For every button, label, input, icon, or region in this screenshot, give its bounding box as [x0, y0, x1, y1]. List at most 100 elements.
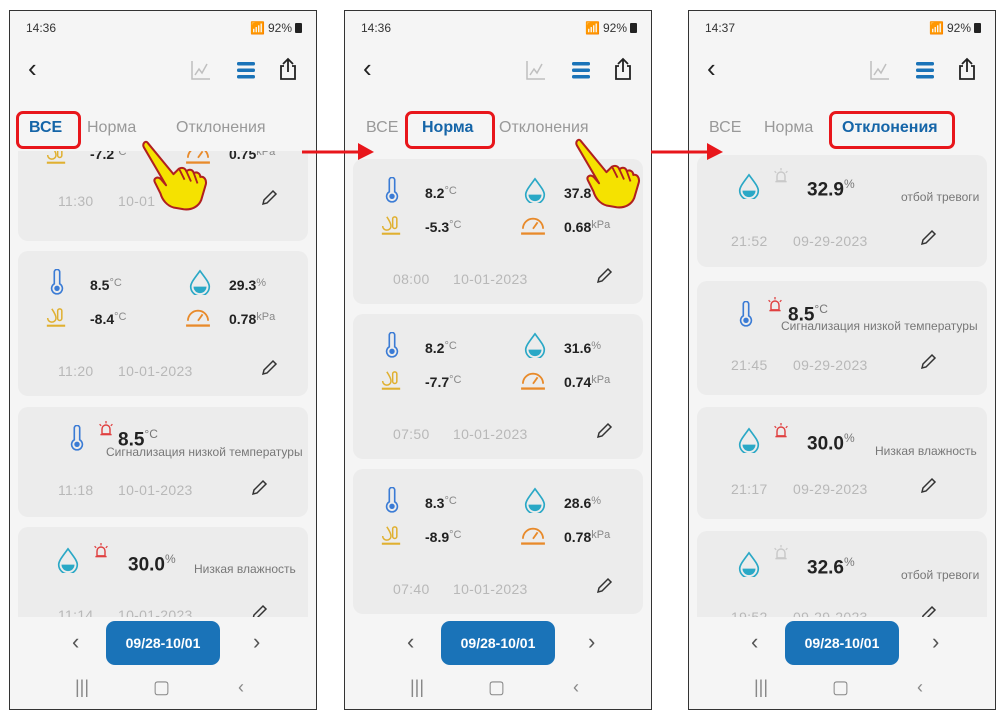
edit-icon[interactable] [919, 229, 937, 247]
tab-all[interactable]: ВСЕ [709, 119, 741, 137]
edit-icon[interactable] [595, 577, 613, 595]
system-back-icon[interactable]: ‹ [573, 677, 579, 698]
recent-apps-icon[interactable]: ||| [75, 677, 89, 698]
humidity-icon [188, 269, 212, 295]
back-icon[interactable]: ‹ [707, 55, 716, 81]
share-icon[interactable] [276, 57, 300, 81]
status-time: 14:37 [705, 21, 736, 35]
pressure-value: 0.68kPa [564, 219, 611, 235]
record-time: 21:17 [731, 481, 768, 497]
signal-icon: 📶 [585, 21, 600, 35]
alarm-message: Низкая влажность [194, 562, 296, 576]
humidity-icon [523, 177, 547, 203]
back-icon[interactable]: ‹ [363, 55, 372, 81]
date-range-button[interactable]: 09/28-10/01 [785, 621, 899, 665]
alarm-value: 30.0% [807, 431, 855, 455]
tab-all[interactable]: ВСЕ [366, 119, 398, 137]
record-date: 09-29-2023 [793, 481, 868, 497]
record-time: 11:20 [58, 363, 94, 379]
next-range-icon[interactable]: › [932, 629, 939, 655]
system-back-icon[interactable]: ‹ [917, 677, 923, 698]
tab-highlight [829, 111, 955, 149]
date-range-bar: ‹ 09/28-10/01 › [10, 617, 316, 669]
dew-point-icon [381, 525, 401, 547]
record-card[interactable]: 8.5°C 29.3% -8.4°C 0.78kPa 11:20 10-01-2… [18, 251, 308, 396]
alarm-value: 32.6% [807, 555, 855, 579]
battery-percent: 92% [946, 21, 971, 35]
edit-icon[interactable] [250, 479, 268, 497]
list-icon[interactable] [235, 59, 257, 81]
edit-icon[interactable] [260, 189, 278, 207]
alarm-icon [773, 423, 789, 439]
prev-range-icon[interactable]: ‹ [751, 629, 758, 655]
records-list: 8.2°C 37.8% -5.3°C 0.68kPa 08:00 10-01-2… [345, 151, 651, 629]
prev-range-icon[interactable]: ‹ [407, 629, 414, 655]
record-card[interactable]: 8.3°C 28.6% -8.9°C 0.78kPa 07:40 10-01-2… [353, 469, 643, 614]
chart-icon[interactable] [525, 59, 547, 81]
tab-deviations[interactable]: Отклонения [499, 119, 589, 137]
date-range-button[interactable]: 09/28-10/01 [441, 621, 555, 665]
back-icon[interactable]: ‹ [28, 55, 37, 81]
tab-highlight [16, 111, 81, 149]
edit-icon[interactable] [919, 477, 937, 495]
records-list: -7.2°C 0.75kPa 11:30 10-01 8.5°C 29.3% -… [10, 151, 316, 629]
edit-icon[interactable] [595, 422, 613, 440]
share-icon[interactable] [955, 57, 979, 81]
list-icon[interactable] [914, 59, 936, 81]
next-range-icon[interactable]: › [588, 629, 595, 655]
toolbar: ‹ [10, 47, 316, 97]
signal-icon: 📶 [250, 21, 265, 35]
tab-deviations[interactable]: Отклонения [176, 119, 266, 137]
record-card-alarm[interactable]: 30.0% Низкая влажность 21:17 09-29-2023 [697, 407, 987, 519]
home-icon[interactable]: ▢ [488, 677, 505, 698]
record-card-alarm[interactable]: 8.5°C Сигнализация низкой температуры 11… [18, 407, 308, 517]
alarm-message: Низкая влажность [875, 444, 977, 458]
temperature-icon [48, 269, 66, 295]
tab-norm[interactable]: Норма [87, 119, 136, 137]
system-nav-bar: ||| ▢ ‹ [345, 671, 651, 709]
status-icons: 📶 92% [250, 21, 302, 35]
list-icon[interactable] [570, 59, 592, 81]
chart-icon[interactable] [869, 59, 891, 81]
record-time: 07:50 [393, 426, 430, 442]
toolbar: ‹ [345, 47, 651, 97]
tab-norm[interactable]: Норма [764, 119, 813, 137]
humidity-icon [56, 547, 80, 573]
prev-range-icon[interactable]: ‹ [72, 629, 79, 655]
next-range-icon[interactable]: › [253, 629, 260, 655]
alarm-icon [773, 168, 789, 184]
pointing-hand-icon [142, 139, 216, 213]
temperature-value: 8.2°C [425, 185, 457, 201]
battery-percent: 92% [267, 21, 292, 35]
record-card-alarm[interactable]: 30.0% Низкая влажность 11:14 10-01-2023 [18, 527, 308, 629]
edit-icon[interactable] [260, 359, 278, 377]
recent-apps-icon[interactable]: ||| [754, 677, 768, 698]
edit-icon[interactable] [595, 267, 613, 285]
status-icons: 📶 92% [585, 21, 637, 35]
record-date: 10-01-2023 [453, 581, 528, 597]
date-range-button[interactable]: 09/28-10/01 [106, 621, 220, 665]
alarm-message: Сигнализация низкой температуры [781, 319, 978, 333]
recent-apps-icon[interactable]: ||| [410, 677, 424, 698]
system-back-icon[interactable]: ‹ [238, 677, 244, 698]
phone-screen-norm: 14:36 📶 92% ‹ ВСЕ Норма Отклонения 8.2°C… [344, 10, 652, 710]
chart-icon[interactable] [190, 59, 212, 81]
dew-point-value: -8.4°C [90, 311, 127, 327]
record-time: 21:52 [731, 233, 768, 249]
record-card-alarm[interactable]: 8.5°C Сигнализация низкой температуры 21… [697, 281, 987, 395]
record-card-alarm[interactable]: 32.6% отбой тревоги 19:52 09-29-2023 [697, 531, 987, 629]
share-icon[interactable] [611, 57, 635, 81]
record-time: 08:00 [393, 271, 430, 287]
edit-icon[interactable] [919, 353, 937, 371]
status-bar: 14:37 📶 92% [689, 11, 995, 47]
record-card-alarm[interactable]: 32.9% отбой тревоги 21:52 09-29-2023 [697, 155, 987, 267]
record-date: 09-29-2023 [793, 233, 868, 249]
home-icon[interactable]: ▢ [153, 677, 170, 698]
tab-highlight [405, 111, 495, 149]
alarm-value: 30.0% [128, 552, 176, 576]
pressure-icon [520, 215, 546, 237]
record-card[interactable]: 8.2°C 31.6% -7.7°C 0.74kPa 07:50 10-01-2… [353, 314, 643, 459]
home-icon[interactable]: ▢ [832, 677, 849, 698]
temperature-icon [383, 177, 401, 203]
alarm-value: 32.9% [807, 177, 855, 201]
